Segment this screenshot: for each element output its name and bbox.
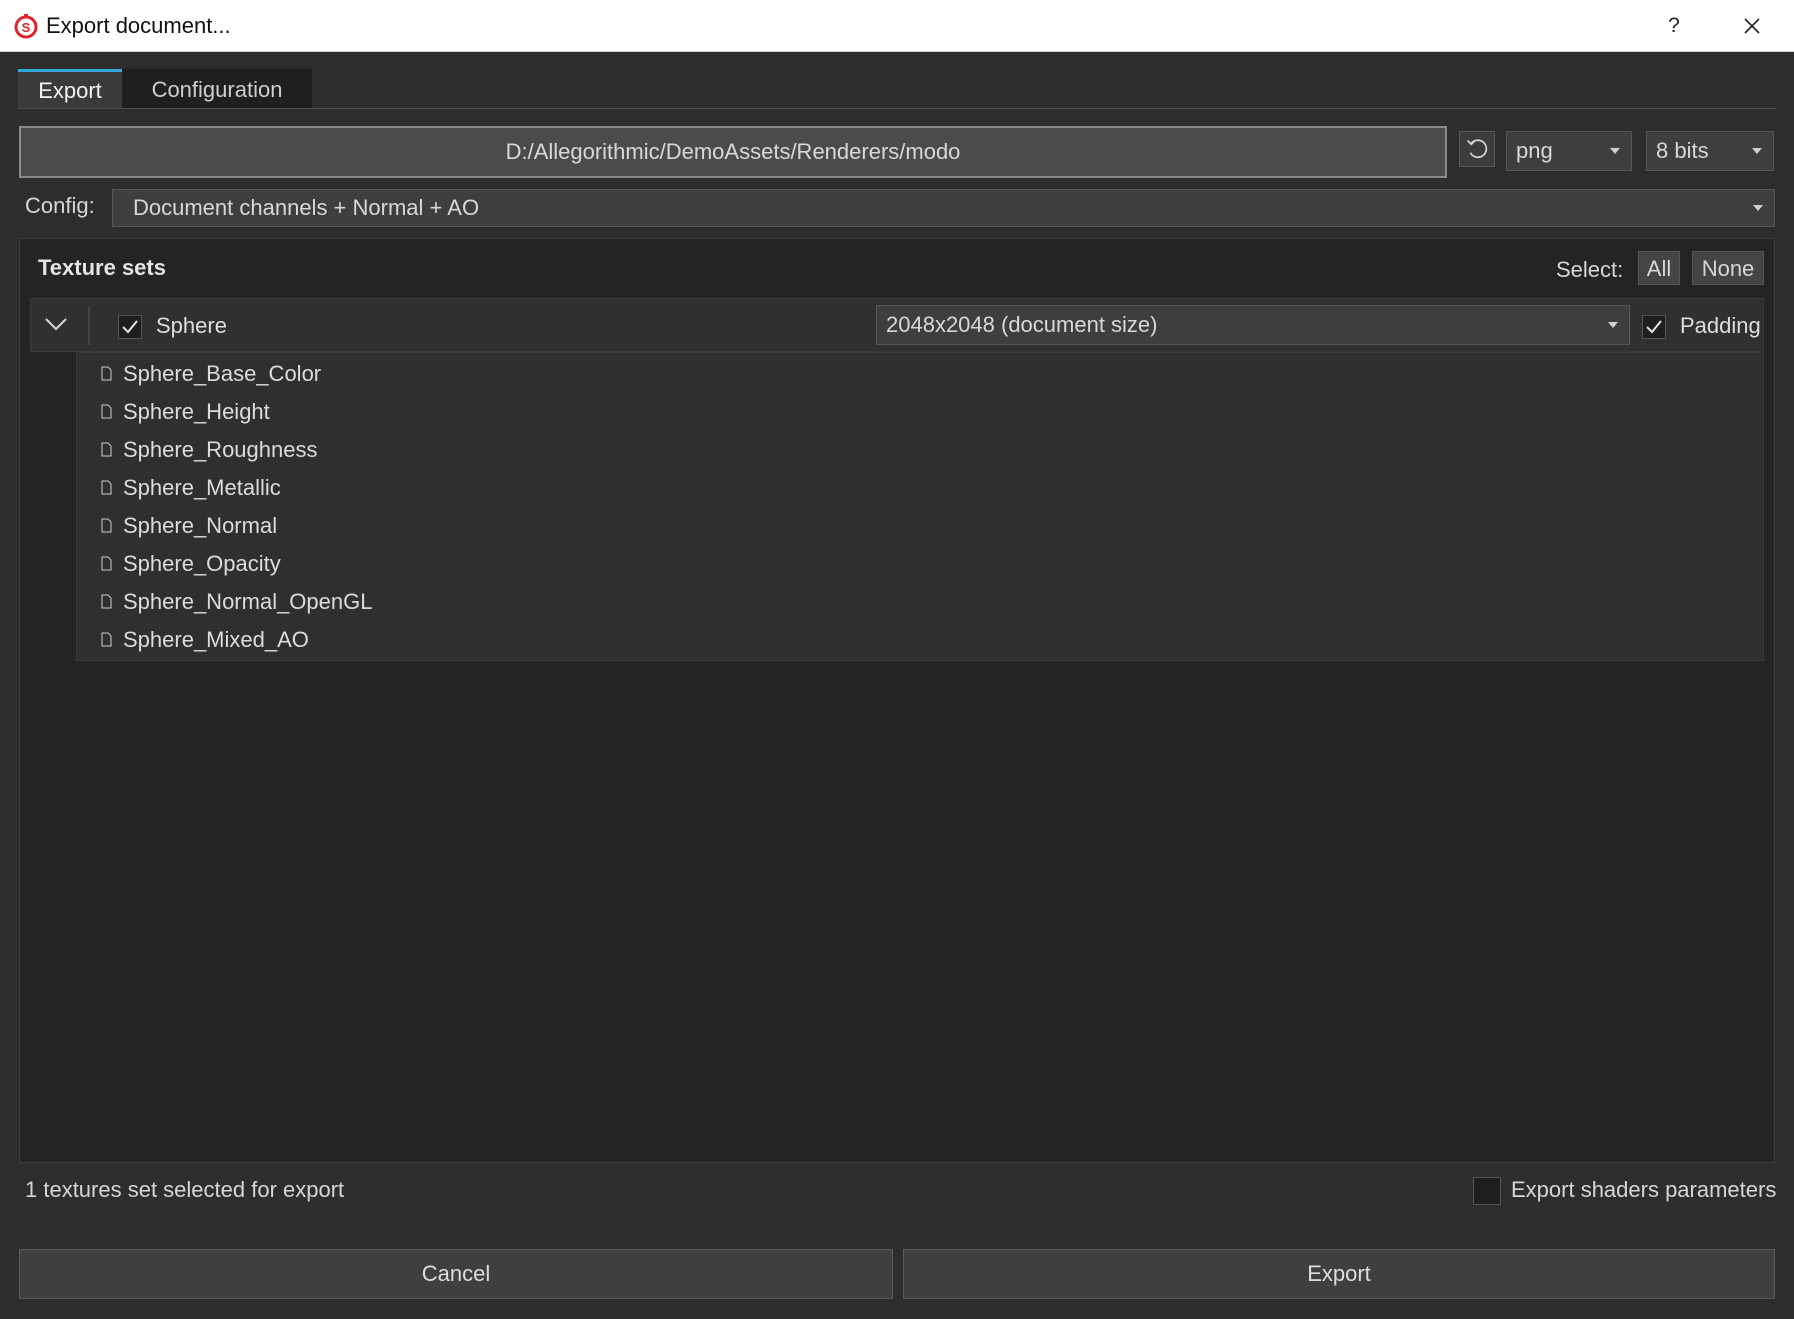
texture-name: Sphere_Metallic bbox=[123, 475, 281, 500]
list-item: Sphere_Roughness bbox=[77, 431, 1763, 469]
padding-label: Padding bbox=[1680, 313, 1761, 338]
document-icon bbox=[101, 442, 112, 457]
texture-name: Sphere_Opacity bbox=[123, 551, 281, 576]
row-separator bbox=[88, 307, 90, 345]
list-item: Sphere_Normal bbox=[77, 507, 1763, 545]
file-format-value: png bbox=[1516, 138, 1553, 163]
tab-configuration[interactable]: Configuration bbox=[122, 69, 312, 109]
window-title: Export document... bbox=[46, 13, 231, 38]
reset-path-icon[interactable] bbox=[1459, 131, 1495, 167]
substance-painter-logo-icon: S bbox=[14, 14, 38, 39]
list-item: Sphere_Metallic bbox=[77, 469, 1763, 507]
document-icon bbox=[101, 632, 112, 647]
texture-sets-panel: Texture sets Select: All None Sphere 204… bbox=[19, 238, 1775, 1163]
padding-checkbox[interactable] bbox=[1642, 315, 1666, 339]
list-item: Sphere_Height bbox=[77, 393, 1763, 431]
document-icon bbox=[101, 404, 112, 419]
texture-name: Sphere_Roughness bbox=[123, 437, 318, 462]
export-button[interactable]: Export bbox=[903, 1249, 1775, 1299]
texture-name: Sphere_Base_Color bbox=[123, 361, 322, 386]
list-item: Sphere_Opacity bbox=[77, 545, 1763, 583]
export-shaders-checkbox[interactable] bbox=[1473, 1177, 1501, 1205]
select-all-button[interactable]: All bbox=[1638, 251, 1680, 285]
texture-set-name: Sphere bbox=[156, 313, 227, 338]
chevron-down-icon bbox=[1608, 322, 1618, 328]
document-icon bbox=[101, 366, 112, 381]
config-value: Document channels + Normal + AO bbox=[133, 195, 480, 220]
bit-depth-dropdown[interactable]: 8 bits bbox=[1646, 131, 1774, 171]
select-label: Select: bbox=[1556, 257, 1624, 282]
texture-set-row: Sphere 2048x2048 (document size) Padding bbox=[30, 298, 1764, 352]
document-icon bbox=[101, 594, 112, 609]
checkmark-icon bbox=[122, 320, 138, 334]
title-bar: S Export document... ? bbox=[0, 0, 1794, 52]
list-item: Sphere_Normal_OpenGL bbox=[77, 583, 1763, 621]
export-shaders-label: Export shaders parameters bbox=[1511, 1177, 1777, 1202]
document-icon bbox=[101, 556, 112, 571]
texture-set-checkbox[interactable] bbox=[118, 315, 142, 339]
texture-name: Sphere_Mixed_AO bbox=[123, 627, 309, 652]
checkmark-icon bbox=[1646, 320, 1662, 334]
chevron-down-icon bbox=[1753, 205, 1763, 211]
config-dropdown[interactable]: Document channels + Normal + AO bbox=[112, 189, 1775, 227]
chevron-down-icon bbox=[1752, 148, 1762, 154]
bit-depth-value: 8 bits bbox=[1656, 138, 1709, 163]
config-label: Config: bbox=[25, 193, 95, 218]
file-format-dropdown[interactable]: png bbox=[1506, 131, 1632, 171]
tab-divider bbox=[18, 108, 1776, 109]
cancel-button[interactable]: Cancel bbox=[19, 1249, 893, 1299]
export-status-text: 1 textures set selected for export bbox=[25, 1177, 345, 1202]
texture-name: Sphere_Normal bbox=[123, 513, 278, 538]
document-icon bbox=[101, 518, 112, 533]
texture-name: Sphere_Height bbox=[123, 399, 270, 424]
svg-text:S: S bbox=[22, 20, 31, 35]
chevron-down-icon bbox=[1610, 148, 1620, 154]
chevron-down-icon[interactable] bbox=[43, 313, 69, 335]
close-icon[interactable] bbox=[1734, 10, 1770, 42]
texture-sets-title: Texture sets bbox=[38, 255, 166, 280]
help-button[interactable]: ? bbox=[1656, 10, 1692, 42]
texture-size-dropdown[interactable]: 2048x2048 (document size) bbox=[876, 305, 1630, 345]
texture-name: Sphere_Normal_OpenGL bbox=[123, 589, 373, 614]
document-icon bbox=[101, 480, 112, 495]
texture-size-value: 2048x2048 (document size) bbox=[886, 312, 1158, 337]
list-item: Sphere_Mixed_AO bbox=[77, 621, 1763, 659]
list-item: Sphere_Base_Color bbox=[77, 355, 1763, 393]
export-path-field[interactable]: D:/Allegorithmic/DemoAssets/Renderers/mo… bbox=[19, 126, 1447, 178]
texture-list: Sphere_Base_Color Sphere_Height Sphere_R… bbox=[76, 352, 1764, 661]
tab-export[interactable]: Export bbox=[18, 69, 122, 109]
select-none-button[interactable]: None bbox=[1692, 251, 1764, 285]
